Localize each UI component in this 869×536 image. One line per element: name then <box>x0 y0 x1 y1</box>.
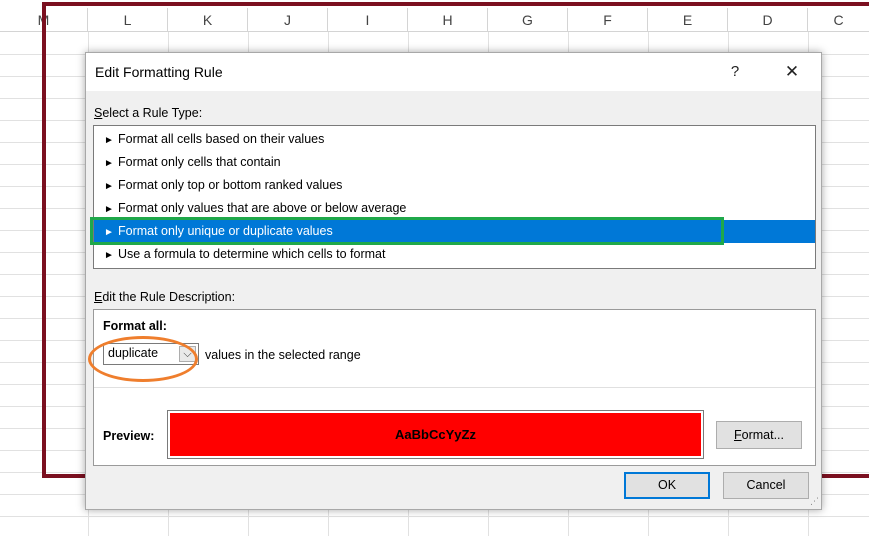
rule-type-label: Select a Rule Type: <box>94 106 202 120</box>
preview-sample-text: AaBbCcYyZz <box>170 413 701 456</box>
dropdown-selected-value: duplicate <box>108 346 159 360</box>
preview-box: AaBbCcYyZz <box>167 410 704 459</box>
dialog-title-bar[interactable]: Edit Formatting Rule ? ✕ <box>86 53 821 91</box>
rule-type-label-text: Format all cells based on their values <box>118 132 325 146</box>
rule-arrow-icon: ► <box>104 158 114 169</box>
rule-type-item[interactable]: ► Use a formula to determine which cells … <box>94 243 815 266</box>
resize-grip-icon[interactable]: ⋰ <box>807 495 819 507</box>
rule-type-item-selected[interactable]: ► Format only unique or duplicate values <box>94 220 815 243</box>
rule-description-panel: Format all: duplicate ⌵ values in the se… <box>88 309 816 466</box>
rule-arrow-icon: ► <box>104 250 114 261</box>
rule-arrow-icon: ► <box>104 135 114 146</box>
rule-type-label-text: Format only unique or duplicate values <box>118 224 333 238</box>
rule-description-label: Edit the Rule Description: <box>94 290 235 304</box>
unique-duplicate-dropdown[interactable]: duplicate ⌵ <box>103 343 199 365</box>
format-all-label: Format all: <box>103 319 167 333</box>
rule-type-item[interactable]: ► Format only top or bottom ranked values <box>94 174 815 197</box>
format-button-accesskey: F <box>733 428 742 442</box>
format-button[interactable]: Format... <box>716 421 802 449</box>
rule-type-item[interactable]: ► Format all cells based on their values <box>94 128 815 151</box>
rule-arrow-icon: ► <box>104 227 114 238</box>
close-button[interactable]: ✕ <box>780 61 804 83</box>
format-button-label: ormat... <box>741 428 784 442</box>
ok-button[interactable]: OK <box>624 472 710 499</box>
description-divider <box>94 387 815 388</box>
preview-label: Preview: <box>103 429 155 443</box>
rule-type-label-text: Format only cells that contain <box>118 155 281 169</box>
help-button[interactable]: ? <box>723 61 747 83</box>
rule-type-label-text: Use a formula to determine which cells t… <box>118 247 386 261</box>
grid-line <box>0 516 869 517</box>
rule-description-label-text: dit the Rule Description: <box>102 290 236 304</box>
chevron-down-icon[interactable]: ⌵ <box>179 346 196 362</box>
dialog-title: Edit Formatting Rule <box>95 64 223 80</box>
cancel-button[interactable]: Cancel <box>723 472 809 499</box>
rule-arrow-icon: ► <box>104 204 114 215</box>
rule-type-list[interactable]: ► Format all cells based on their values … <box>93 125 816 269</box>
values-in-range-label: values in the selected range <box>205 348 361 362</box>
rule-arrow-icon: ► <box>104 181 114 192</box>
rule-type-item[interactable]: ► Format only values that are above or be… <box>94 197 815 220</box>
rule-type-label-text: elect a Rule Type: <box>102 106 203 120</box>
edit-formatting-rule-dialog: Edit Formatting Rule ? ✕ Select a Rule T… <box>85 52 822 510</box>
rule-type-label-text: Format only values that are above or bel… <box>118 201 407 215</box>
rule-type-item[interactable]: ► Format only cells that contain <box>94 151 815 174</box>
rule-type-label-text: Format only top or bottom ranked values <box>118 178 343 192</box>
